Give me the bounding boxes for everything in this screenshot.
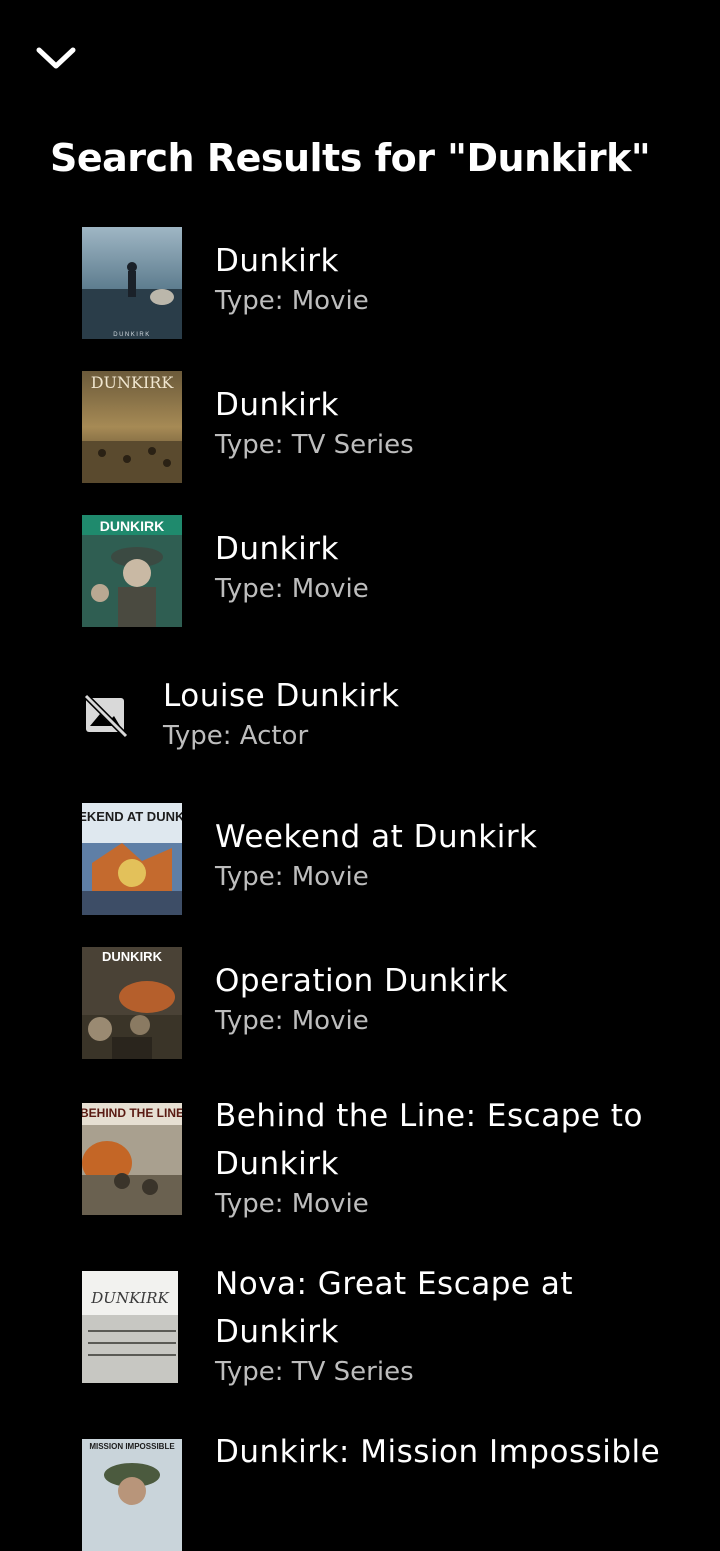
poster-image: WEEKEND AT DUNKIRK bbox=[82, 803, 182, 915]
chevron-down-icon bbox=[36, 47, 76, 69]
poster-image: DUNKIRK bbox=[82, 371, 182, 483]
result-title: Operation Dunkirk bbox=[215, 963, 509, 999]
result-title: Dunkirk bbox=[215, 387, 339, 423]
poster-image: DUNKIRK bbox=[82, 947, 182, 1059]
svg-text:DUNKIRK: DUNKIRK bbox=[91, 373, 175, 392]
svg-text:DUNKIRK: DUNKIRK bbox=[100, 518, 165, 534]
result-title: Dunkirk bbox=[215, 243, 339, 279]
result-type: Type: Actor bbox=[163, 721, 309, 751]
collapse-button[interactable] bbox=[30, 36, 82, 80]
svg-text:BEHIND THE LINE: BEHIND THE LINE bbox=[82, 1106, 182, 1120]
poster-image: BEHIND THE LINE bbox=[82, 1103, 182, 1215]
result-type: Type: TV Series bbox=[215, 1357, 414, 1387]
svg-text:DUNKIRK: DUNKIRK bbox=[90, 1289, 169, 1307]
result-title: Dunkirk: Mission Impossible bbox=[215, 1434, 661, 1470]
poster-image: DUNKIRK bbox=[82, 1271, 182, 1383]
result-title: Nova: Great Escape at Dunkirk bbox=[215, 1266, 573, 1350]
svg-text:DUNKIRK: DUNKIRK bbox=[102, 949, 163, 964]
result-title: Louise Dunkirk bbox=[163, 678, 400, 714]
result-type: Type: Movie bbox=[215, 286, 369, 316]
result-type: Type: TV Series bbox=[215, 430, 414, 460]
result-type: Type: Movie bbox=[215, 862, 369, 892]
result-type: Type: Movie bbox=[215, 1006, 369, 1036]
poster-image: MISSION IMPOSSIBLE bbox=[82, 1439, 182, 1551]
result-title: Weekend at Dunkirk bbox=[215, 819, 538, 855]
result-type: Type: Movie bbox=[215, 574, 369, 604]
svg-text:DUNKIRK: DUNKIRK bbox=[113, 332, 151, 338]
poster-image: DUNKIRK bbox=[82, 515, 182, 627]
no-image-icon bbox=[83, 693, 128, 738]
page-title: Search Results for "Dunkirk" bbox=[50, 136, 651, 180]
svg-text:MISSION IMPOSSIBLE: MISSION IMPOSSIBLE bbox=[89, 1442, 175, 1451]
result-type: Type: Movie bbox=[215, 1189, 369, 1219]
poster-image: DUNKIRK bbox=[82, 227, 182, 339]
svg-text:WEEKEND AT DUNKIRK: WEEKEND AT DUNKIRK bbox=[82, 809, 182, 824]
result-title: Behind the Line: Escape to Dunkirk bbox=[215, 1098, 643, 1182]
result-title: Dunkirk bbox=[215, 531, 339, 567]
